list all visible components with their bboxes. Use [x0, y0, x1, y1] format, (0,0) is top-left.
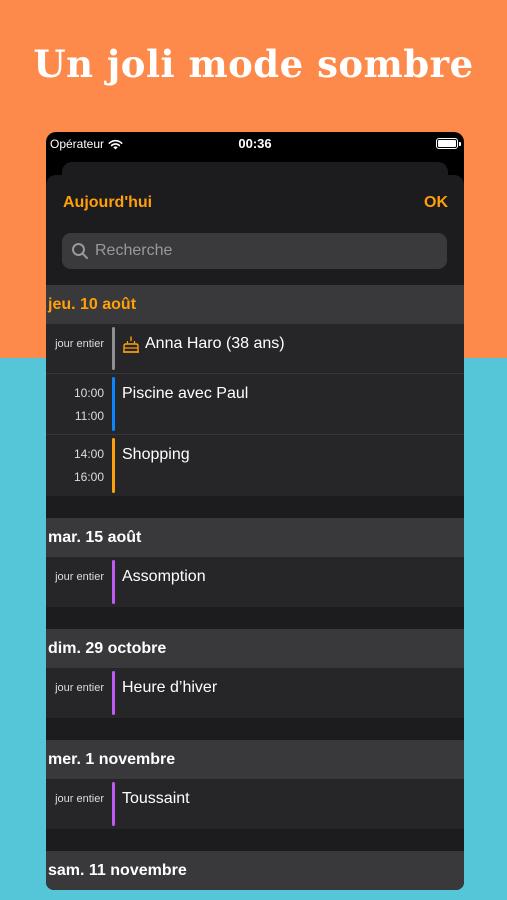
event-title-text: Anna Haro (38 ans) [145, 335, 285, 352]
search-bar[interactable] [62, 233, 447, 269]
event-title: Shopping [122, 446, 190, 464]
event-title-text: Heure d’hiver [122, 679, 218, 696]
birthday-cake-icon [123, 336, 139, 353]
section-spacer [46, 496, 464, 518]
search-icon [72, 243, 88, 259]
event-title-text: Assomption [122, 568, 206, 585]
search-input[interactable] [95, 242, 415, 260]
battery-icon [436, 138, 461, 149]
calendar-color-bar [112, 560, 115, 604]
event-end-time: 16:00 [73, 470, 104, 484]
event-allday-label: jour entier [55, 571, 104, 583]
event-title: Anna Haro (38 ans) [122, 335, 285, 353]
event-allday-label: jour entier [55, 338, 104, 350]
event-allday-label: jour entier [55, 682, 104, 694]
section-header: dim. 29 octobre [46, 629, 464, 668]
event-end-time: 11:00 [74, 409, 104, 423]
section-spacer [46, 718, 464, 740]
calendar-color-bar [112, 377, 115, 431]
event-title: Assomption [122, 568, 206, 586]
event-row[interactable]: jour entier Heure d’hiver [46, 668, 464, 718]
calendar-color-bar [112, 327, 115, 370]
ok-button[interactable]: OK [424, 194, 448, 212]
event-row[interactable]: jour entier Anna Haro (38 ans) [46, 324, 464, 374]
section-header-today: jeu. 10 août [46, 285, 464, 324]
calendar-color-bar [112, 438, 115, 493]
section-header: mar. 15 août [46, 518, 464, 557]
event-title: Piscine avec Paul [122, 385, 248, 403]
event-row[interactable]: 14:00 16:00 Shopping [46, 435, 464, 496]
event-row[interactable]: jour entier Assomption [46, 557, 464, 607]
event-list: jeu. 10 août jour entier Anna Haro (38 a… [46, 285, 464, 890]
status-bar: Opérateur 00:36 [46, 132, 464, 156]
date-picker-sheet: Aujourd'hui OK jeu. 10 août jour entier [46, 175, 464, 890]
event-title: Toussaint [122, 790, 190, 808]
status-time: 00:36 [238, 136, 272, 151]
event-title: Heure d’hiver [122, 679, 217, 697]
headline: Un joli mode sombre [33, 42, 474, 86]
event-start-time: 10:00 [73, 386, 104, 400]
phone-frame: Opérateur 00:36 Aujourd'hui OK jeu. 10 a… [46, 132, 464, 890]
event-allday-label: jour entier [55, 793, 104, 805]
section-header: mer. 1 novembre [46, 740, 464, 779]
section-spacer [46, 829, 464, 851]
event-row[interactable]: 10:00 11:00 Piscine avec Paul [46, 374, 464, 435]
today-button[interactable]: Aujourd'hui [63, 194, 152, 212]
section-header: sam. 11 novembre [46, 851, 464, 890]
event-start-time: 14:00 [73, 447, 104, 461]
event-title-text: Shopping [122, 446, 190, 463]
section-spacer [46, 607, 464, 629]
calendar-color-bar [112, 671, 115, 715]
calendar-color-bar [112, 782, 115, 826]
event-title-text: Toussaint [122, 790, 190, 807]
event-row[interactable]: jour entier Toussaint [46, 779, 464, 829]
event-title-text: Piscine avec Paul [122, 385, 249, 402]
